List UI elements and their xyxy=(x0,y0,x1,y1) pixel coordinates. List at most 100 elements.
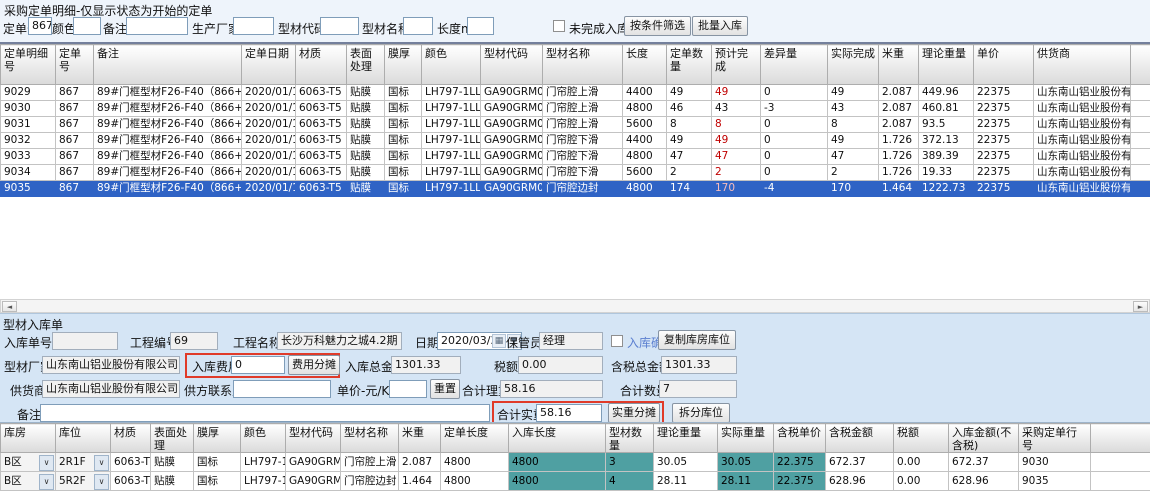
grid-cell[interactable]: GA90GRM04 xyxy=(481,133,543,149)
grid-cell[interactable]: 1.726 xyxy=(879,165,919,181)
grid-cell[interactable]: 170 xyxy=(712,181,761,197)
grid-cell[interactable]: 国标 xyxy=(385,85,422,101)
grid-cell[interactable]: 49 xyxy=(667,133,712,149)
column-header[interactable]: 型材名称 xyxy=(543,45,623,85)
grid-cell[interactable]: 6063-T5 xyxy=(296,101,347,117)
grid-cell[interactable]: 47 xyxy=(667,149,712,165)
grid-cell[interactable] xyxy=(1091,453,1150,472)
length-filter-input[interactable] xyxy=(467,17,494,35)
column-header[interactable]: 型材代码 xyxy=(286,424,341,453)
grid-cell[interactable]: 49 xyxy=(712,85,761,101)
grid-cell[interactable]: 89#门框型材F26-F40（866+867） xyxy=(94,165,242,181)
column-header[interactable]: 实际重量 xyxy=(718,424,774,453)
grid-cell[interactable]: 93.5 xyxy=(919,117,974,133)
column-header[interactable]: 理论重量 xyxy=(654,424,718,453)
table-row[interactable]: 902986789#门框型材F26-F40（866+867）2020/01/13… xyxy=(1,85,1150,101)
grid-cell[interactable]: 174 xyxy=(667,181,712,197)
grid-cell[interactable]: 22.375 xyxy=(774,453,826,472)
grid-cell[interactable]: 门帘腔边封 xyxy=(341,472,399,491)
grid-cell[interactable]: LH797-1LL0 xyxy=(241,472,286,491)
grid-cell[interactable]: 2.087 xyxy=(879,117,919,133)
grid-cell[interactable]: 6063-T5 xyxy=(111,472,151,491)
grid-cell[interactable]: 9031 xyxy=(1,117,56,133)
column-header[interactable]: 定单日期 xyxy=(242,45,296,85)
grid-cell[interactable] xyxy=(1091,472,1150,491)
table-row[interactable]: B区5R2F6063-T5贴膜国标LH797-1LL0GA90GRM05门帘腔边… xyxy=(1,472,1150,491)
grid-cell[interactable]: 672.37 xyxy=(949,453,1019,472)
combo-cell[interactable]: B区 xyxy=(1,472,56,491)
grid-cell[interactable]: 门帘腔上滑 xyxy=(543,117,623,133)
total-with-tax-field[interactable]: 1301.33 xyxy=(661,356,737,374)
column-header[interactable]: 采购定单行号 xyxy=(1019,424,1091,453)
grid-cell[interactable]: 22375 xyxy=(974,181,1034,197)
split-location-button[interactable]: 拆分库位 xyxy=(672,403,730,423)
scroll-right-arrow-icon[interactable]: ► xyxy=(1133,301,1148,312)
grid-cell[interactable]: 49 xyxy=(828,85,879,101)
grid-cell[interactable]: 22375 xyxy=(974,117,1034,133)
inbound-confirm-checkbox[interactable] xyxy=(611,335,623,347)
grid-cell[interactable]: 贴膜 xyxy=(347,149,385,165)
grid-cell[interactable]: 门帘腔下滑 xyxy=(543,133,623,149)
grid-cell[interactable]: 0 xyxy=(761,117,828,133)
grid-cell[interactable]: 9030 xyxy=(1,101,56,117)
column-header[interactable]: 入库金额(不含税) xyxy=(949,424,1019,453)
supplier-field[interactable]: 山东南山铝业股份有限公司 xyxy=(42,380,180,398)
grid-cell[interactable]: 门帘腔下滑 xyxy=(543,165,623,181)
grid-cell[interactable]: 628.96 xyxy=(949,472,1019,491)
grid-cell[interactable]: 46 xyxy=(667,101,712,117)
grid-cell[interactable]: 6063-T5 xyxy=(296,149,347,165)
grid-cell[interactable]: 6063-T5 xyxy=(296,181,347,197)
supplier-contact-input[interactable] xyxy=(233,380,331,398)
grid-cell[interactable]: 0.00 xyxy=(894,453,949,472)
column-header[interactable]: 含税金额 xyxy=(826,424,894,453)
table-row[interactable]: B区2R1F6063-T5贴膜国标LH797-1LL0GA90GRM03门帘腔上… xyxy=(1,453,1150,472)
filter-by-condition-button[interactable]: 按条件筛选 xyxy=(624,16,691,36)
grid-cell[interactable]: 贴膜 xyxy=(347,181,385,197)
grid-cell[interactable]: GA90GRM03 xyxy=(481,85,543,101)
table-row[interactable]: 903486789#门框型材F26-F40（866+867）2020/01/13… xyxy=(1,165,1150,181)
total-qty-field[interactable]: 7 xyxy=(659,380,737,398)
grid-cell[interactable]: 89#门框型材F26-F40（866+867） xyxy=(94,85,242,101)
column-header[interactable]: 含税单价 xyxy=(774,424,826,453)
grid-cell[interactable]: 49 xyxy=(712,133,761,149)
table-row[interactable]: 903586789#门框型材F26-F40（866+867）2020/01/13… xyxy=(1,181,1150,197)
column-header[interactable]: 型材数量 xyxy=(606,424,654,453)
grid-cell[interactable]: 2020/01/13 xyxy=(242,165,296,181)
grid-cell[interactable]: 1.726 xyxy=(879,149,919,165)
grid-cell[interactable]: 19.33 xyxy=(919,165,974,181)
copy-warehouse-location-button[interactable]: 复制库房库位 xyxy=(658,330,736,350)
batch-inbound-button[interactable]: 批量入库 xyxy=(692,16,748,36)
grid-cell[interactable]: LH797-1LL0 xyxy=(422,117,481,133)
note-input[interactable] xyxy=(40,404,490,422)
column-header[interactable]: 型材代码 xyxy=(481,45,543,85)
column-header[interactable]: 定单明细号 xyxy=(1,45,56,85)
column-header[interactable]: 理论重量 xyxy=(919,45,974,85)
grid-cell[interactable]: 国标 xyxy=(385,117,422,133)
grid-cell[interactable]: 4 xyxy=(606,472,654,491)
table-row[interactable]: 903286789#门框型材F26-F40（866+867）2020/01/13… xyxy=(1,133,1150,149)
grid-cell[interactable]: 2.087 xyxy=(879,85,919,101)
column-header[interactable]: 库房 xyxy=(1,424,56,453)
grid-cell[interactable]: 6063-T5 xyxy=(296,165,347,181)
column-header[interactable]: 入库长度 xyxy=(509,424,606,453)
grid-cell[interactable]: 山东南山铝业股份有限公司 xyxy=(1034,181,1131,197)
profile-code-filter-input[interactable] xyxy=(320,17,359,35)
grid-cell[interactable]: 0 xyxy=(761,149,828,165)
tax-field[interactable]: 0.00 xyxy=(518,356,603,374)
grid-cell[interactable]: 6063-T5 xyxy=(296,117,347,133)
grid-cell[interactable]: 贴膜 xyxy=(347,133,385,149)
column-header[interactable]: 备注 xyxy=(94,45,242,85)
column-header[interactable]: 定单数量 xyxy=(667,45,712,85)
grid-cell[interactable] xyxy=(1131,117,1150,133)
grid-cell[interactable]: 9029 xyxy=(1,85,56,101)
grid-cell[interactable]: 国标 xyxy=(385,181,422,197)
grid-cell[interactable]: 449.96 xyxy=(919,85,974,101)
grid-cell[interactable]: 89#门框型材F26-F40（866+867） xyxy=(94,117,242,133)
column-header[interactable]: 材质 xyxy=(111,424,151,453)
grid-cell[interactable]: 0 xyxy=(761,85,828,101)
grid-cell[interactable]: 4800 xyxy=(441,472,509,491)
column-header[interactable]: 表面处理 xyxy=(347,45,385,85)
grid-cell[interactable]: 6063-T5 xyxy=(111,453,151,472)
grid-cell[interactable]: GA90GRM03 xyxy=(286,453,341,472)
grid-cell[interactable]: 贴膜 xyxy=(347,117,385,133)
